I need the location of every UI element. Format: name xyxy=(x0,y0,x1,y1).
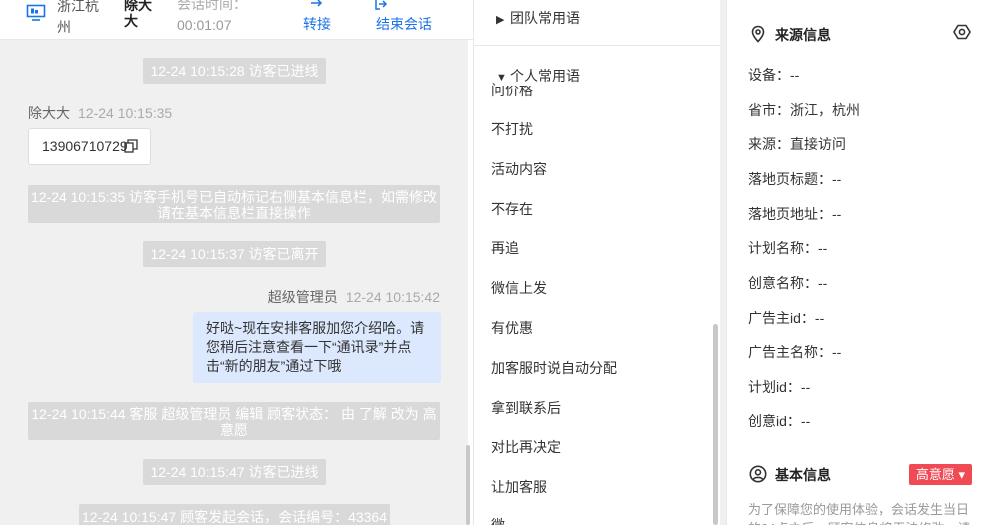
info-value: -- xyxy=(832,206,842,222)
message-meta: 除大大 12-24 10:15:35 xyxy=(28,103,172,123)
exit-icon xyxy=(375,0,388,10)
group-label: 团队常用语 xyxy=(510,10,580,26)
system-message: 12-24 10:15:44 客服 超级管理员 编辑 顾客状态： 由 了解 改为… xyxy=(28,402,440,440)
duration-value: 00:01:07 xyxy=(177,17,232,33)
intent-status-badge[interactable]: 高意愿 ▾ xyxy=(909,464,972,485)
visitor-message-bubble: 13906710729 xyxy=(28,128,151,165)
phrase-item[interactable]: 微信上发 xyxy=(491,278,547,298)
system-message: 12-24 10:15:47 顾客发起会话，会话编号：43364 xyxy=(79,504,390,525)
info-value: 直接访问 xyxy=(790,136,846,152)
monitor-icon xyxy=(26,4,46,21)
info-row-city: 省市：浙江，杭州 xyxy=(748,100,860,120)
group-label: 个人常用语 xyxy=(510,68,580,84)
settings-icon[interactable] xyxy=(953,23,971,41)
message-time: 12-24 10:15:42 xyxy=(345,289,440,305)
phrase-item[interactable]: 活动内容 xyxy=(491,159,547,179)
phrase-item[interactable]: 不打扰 xyxy=(491,119,533,139)
end-session-button[interactable]: 结束会话 xyxy=(372,0,436,34)
transfer-icon xyxy=(311,0,323,7)
customer-info-panel: 来源信息 设备：-- 省市：浙江，杭州 来源：直接访问 落地页标题：-- 落地页… xyxy=(726,0,998,525)
info-label: 创意id： xyxy=(748,413,801,429)
chat-scrollbar[interactable] xyxy=(466,445,470,525)
info-row-plan-name: 计划名称：-- xyxy=(748,238,827,258)
info-label: 计划id： xyxy=(748,379,801,395)
source-info-title: 来源信息 xyxy=(775,27,831,43)
info-label: 广告主id： xyxy=(748,310,815,326)
transfer-label: 转接 xyxy=(303,16,331,32)
info-label: 省市： xyxy=(748,102,790,118)
duration-label: 会话时间： xyxy=(177,0,247,12)
info-value: -- xyxy=(818,275,828,291)
team-phrases-group[interactable]: ▶ 团队常用语 xyxy=(496,8,580,28)
visitor-name: 除大大 xyxy=(124,0,152,29)
info-row-landing-url: 落地页地址：-- xyxy=(748,204,841,224)
info-label: 计划名称： xyxy=(748,240,818,256)
info-row-device: 设备：-- xyxy=(748,65,799,85)
info-row-advertiser-id: 广告主id：-- xyxy=(748,308,824,328)
sender-name: 除大大 xyxy=(28,105,70,121)
chat-panel: 浙江杭州 除大大 会话时间： 00:01:07 转接 结束会话 12-24 10… xyxy=(0,0,474,525)
phrase-item[interactable]: 拿到联系后 xyxy=(491,398,561,418)
info-value: -- xyxy=(818,240,828,256)
agent-message-bubble: 好哒~现在安排客服加您介绍哈。请您稍后注意查看一下“通讯录”并点击“新的朋友”通… xyxy=(193,312,441,383)
divider xyxy=(474,45,720,46)
info-value: -- xyxy=(800,413,811,429)
transfer-button[interactable]: 转接 xyxy=(300,0,334,34)
phrase-item[interactable]: 加客服时说自动分配 xyxy=(491,358,617,378)
info-row-landing-title: 落地页标题：-- xyxy=(748,169,841,189)
copy-icon[interactable] xyxy=(124,139,138,153)
phrase-item[interactable]: 有优惠 xyxy=(491,318,533,338)
info-label: 落地页地址： xyxy=(748,206,832,222)
phrase-item[interactable]: 再追 xyxy=(491,238,519,258)
chat-header: 浙江杭州 除大大 会话时间： 00:01:07 转接 结束会话 xyxy=(0,0,473,40)
system-message: 12-24 10:15:28 访客已进线 xyxy=(143,58,326,84)
end-session-label: 结束会话 xyxy=(376,16,432,32)
info-row-creative-id: 创意id：-- xyxy=(748,411,810,431)
chat-messages[interactable]: 12-24 10:15:28 访客已进线 除大大 12-24 10:15:35 1… xyxy=(0,40,468,525)
info-value: -- xyxy=(832,171,842,187)
personal-phrases-group[interactable]: ▼ 个人常用语 xyxy=(496,66,580,86)
message-text: 13906710729 xyxy=(42,138,128,154)
system-message: 12-24 10:15:35 访客手机号已自动标记右侧基本信息栏，如需修改请在基… xyxy=(28,185,440,223)
info-value: -- xyxy=(832,344,842,360)
phrase-item[interactable]: 不存在 xyxy=(491,199,533,219)
edit-notice: 为了保障您的使用体验，会话发生当日的24点之后，顾客信息将无法修改，请 xyxy=(748,502,970,525)
phrase-item[interactable]: 微 xyxy=(491,515,505,525)
visitor-location: 浙江杭州 xyxy=(57,0,99,35)
system-message: 12-24 10:15:37 访客已离开 xyxy=(143,241,326,267)
info-row-plan-id: 计划id：-- xyxy=(748,377,810,397)
user-icon xyxy=(749,465,767,483)
phrase-item[interactable]: 对比再决定 xyxy=(491,437,561,457)
caret-right-icon: ▶ xyxy=(496,14,505,26)
sender-name: 超级管理员 xyxy=(267,289,338,305)
info-value: -- xyxy=(814,310,825,326)
location-pin-icon xyxy=(751,25,765,43)
caret-down-icon: ▼ xyxy=(496,72,507,84)
info-value: -- xyxy=(790,67,800,83)
phrases-scrollbar[interactable] xyxy=(713,324,718,525)
info-row-creative-name: 创意名称：-- xyxy=(748,273,827,293)
info-label: 落地页标题： xyxy=(748,171,832,187)
info-row-advertiser-name: 广告主名称：-- xyxy=(748,342,841,362)
info-row-source: 来源：直接访问 xyxy=(748,134,846,154)
message-meta: 超级管理员 12-24 10:15:42 xyxy=(268,287,440,307)
info-label: 来源： xyxy=(748,136,790,152)
system-message: 12-24 10:15:47 访客已进线 xyxy=(143,459,326,485)
basic-info-title: 基本信息 xyxy=(775,467,831,483)
quick-phrases-panel: ▶ 团队常用语 问价格 ▼ 个人常用语 不打扰 活动内容 不存在 再追 微信上发 有… xyxy=(474,0,720,525)
info-value: -- xyxy=(800,379,811,395)
phrase-item[interactable]: 让加客服 xyxy=(491,477,547,497)
info-value: 浙江，杭州 xyxy=(790,102,860,118)
message-time: 12-24 10:15:35 xyxy=(78,105,173,121)
info-label: 设备： xyxy=(748,67,790,83)
info-label: 创意名称： xyxy=(748,275,818,291)
info-label: 广告主名称： xyxy=(748,344,832,360)
